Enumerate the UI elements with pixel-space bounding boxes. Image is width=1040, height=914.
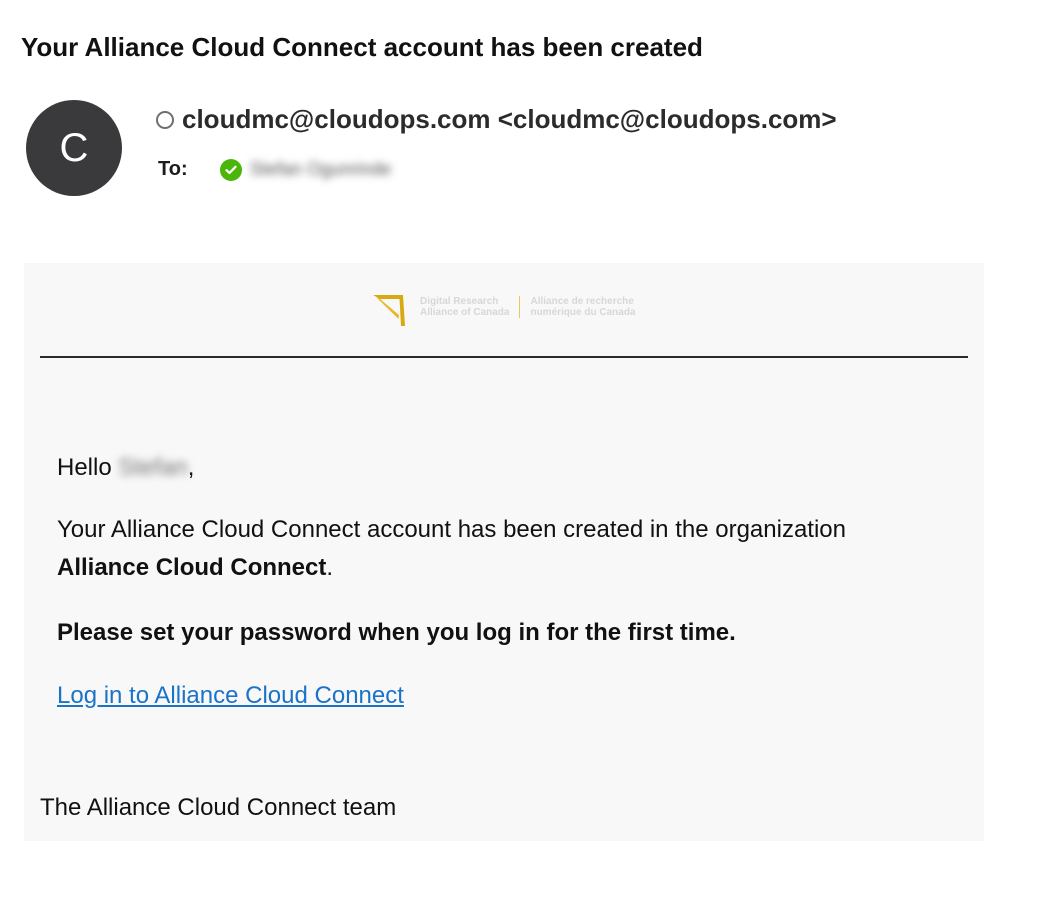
paragraph-text: Your Alliance Cloud Connect account has … xyxy=(57,516,846,543)
sender-row: cloudmc@cloudops.com <cloudmc@cloudops.c… xyxy=(156,104,837,135)
unread-status-icon[interactable] xyxy=(156,110,174,129)
avatar-initial: C xyxy=(59,125,89,170)
greeting: Hello Stefan, xyxy=(57,449,194,487)
sender-avatar[interactable]: C xyxy=(26,100,122,196)
organization-name: Alliance Cloud Connect xyxy=(57,554,327,581)
email-subject: Your Alliance Cloud Connect account has … xyxy=(21,32,703,62)
email-body-card: Digital Research Alliance of Canada Alli… xyxy=(24,263,984,841)
logo-separator xyxy=(519,296,521,318)
greeting-suffix: , xyxy=(187,454,195,481)
account-created-paragraph: Your Alliance Cloud Connect account has … xyxy=(57,511,937,587)
logo-text-fr: Alliance de recherche numérique du Canad… xyxy=(530,296,635,318)
verified-check-icon xyxy=(220,158,242,181)
recipients-row: To: Stefan Ogunrinde xyxy=(158,158,391,181)
alliance-logo-mark-icon xyxy=(373,295,405,326)
to-label: To: xyxy=(158,158,188,180)
logo-en-line1: Digital Research xyxy=(420,296,499,307)
recipient-name[interactable]: Stefan Ogunrinde xyxy=(250,159,391,180)
logo-text-en: Digital Research Alliance of Canada xyxy=(420,296,509,318)
sender-address[interactable]: cloudmc@cloudops.com <cloudmc@cloudops.c… xyxy=(182,104,837,135)
greeting-prefix: Hello xyxy=(57,454,112,481)
email-view: Your Alliance Cloud Connect account has … xyxy=(0,0,1040,914)
header-divider xyxy=(40,356,968,358)
logo-fr-line1: Alliance de recherche xyxy=(530,296,634,307)
greeting-name: Stefan xyxy=(118,454,188,481)
login-link[interactable]: Log in to Alliance Cloud Connect xyxy=(57,677,404,715)
alliance-logo: Digital Research Alliance of Canada Alli… xyxy=(372,293,635,327)
signoff: The Alliance Cloud Connect team xyxy=(40,794,397,821)
logo-en-line2: Alliance of Canada xyxy=(420,307,510,318)
paragraph-period: . xyxy=(326,554,334,581)
password-instruction: Please set your password when you log in… xyxy=(57,619,736,646)
logo-fr-line2: numérique du Canada xyxy=(530,307,636,318)
